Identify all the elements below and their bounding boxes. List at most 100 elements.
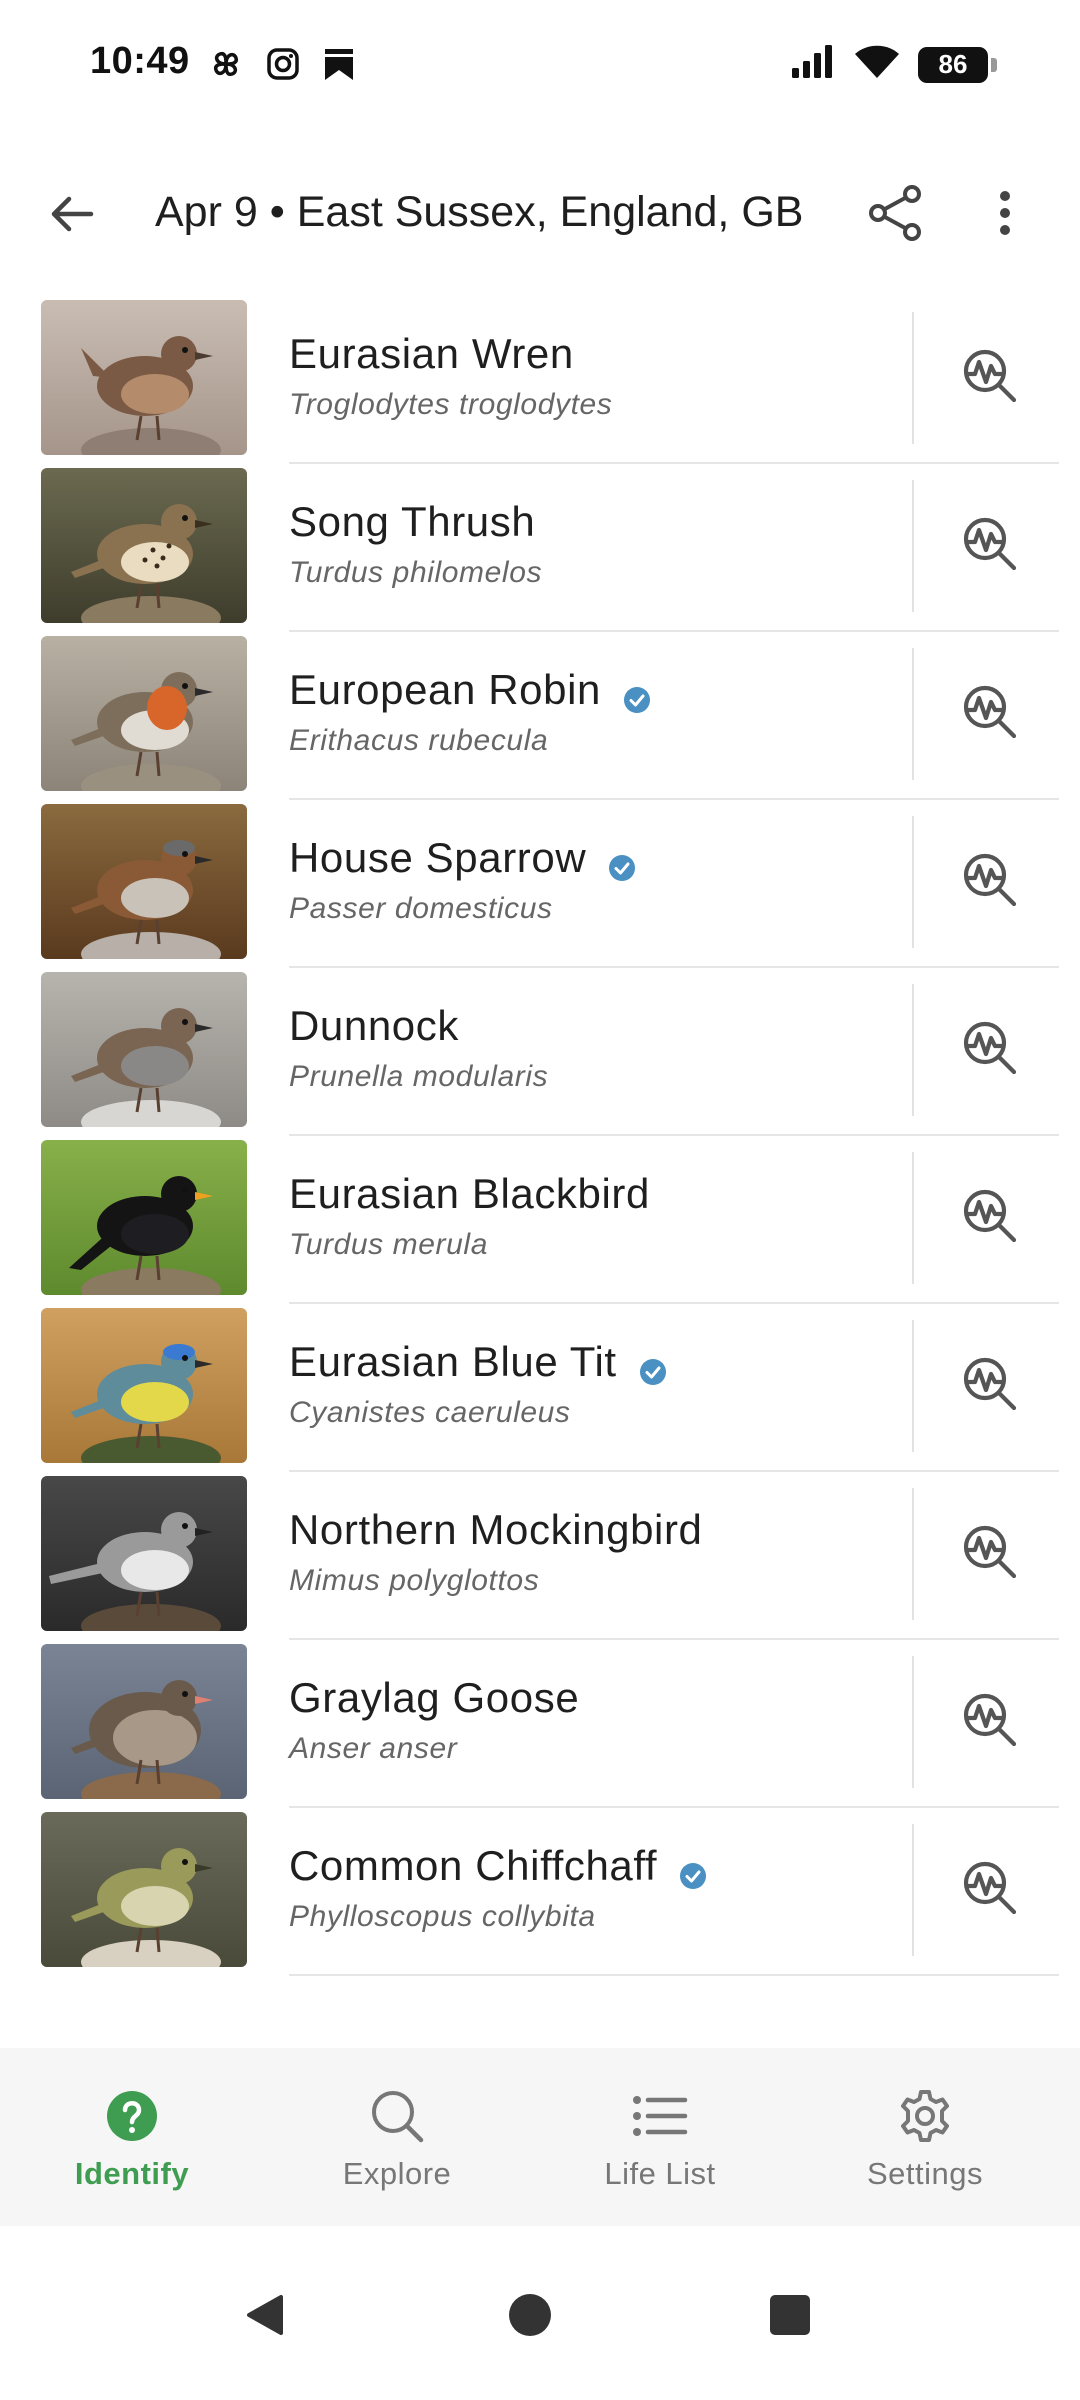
nav-label-explore: Explore xyxy=(342,2156,452,2191)
species-names: Common Chiffchaff Phylloscopus collybita xyxy=(289,1842,889,1934)
list-item-european-robin[interactable]: European Robin Erithacus rubecula xyxy=(0,636,1080,804)
row-divider xyxy=(289,1806,1059,1808)
species-names: Eurasian Blackbird Turdus merula xyxy=(289,1170,889,1262)
list-item-house-sparrow[interactable]: House Sparrow Passer domesticus xyxy=(0,804,1080,972)
nav-settings[interactable]: Settings xyxy=(815,2088,1035,2192)
search-waveform-icon xyxy=(960,1522,1020,1587)
back-triangle-icon xyxy=(241,2291,289,2344)
system-navigation-bar xyxy=(0,2226,1080,2400)
status-notification-icons xyxy=(208,46,356,87)
list-item-common-chiffchaff[interactable]: Common Chiffchaff Phylloscopus collybita xyxy=(0,1812,1080,1980)
verified-check-icon xyxy=(679,1852,707,1889)
bottom-navigation: Identify Explore Life List Settings xyxy=(0,2048,1080,2226)
verified-check-icon xyxy=(608,844,636,881)
status-bar: 10:49 86 xyxy=(0,0,1080,130)
battery-level: 86 xyxy=(938,49,968,79)
divider xyxy=(912,480,914,612)
signal-icon xyxy=(790,44,836,85)
search-waveform-icon xyxy=(960,682,1020,747)
row-divider xyxy=(289,798,1059,800)
common-name: Graylag Goose xyxy=(289,1674,580,1721)
list-item-eurasian-blackbird[interactable]: Eurasian Blackbird Turdus merula xyxy=(0,1140,1080,1308)
scientific-name: Erithacus rubecula xyxy=(289,724,549,757)
nav-life-list[interactable]: Life List xyxy=(550,2088,770,2192)
row-divider xyxy=(289,630,1059,632)
status-system-icons: 86 xyxy=(790,44,997,85)
divider xyxy=(912,312,914,444)
nav-explore[interactable]: Explore xyxy=(287,2088,507,2192)
bird-photo xyxy=(41,1476,247,1631)
system-back-button[interactable] xyxy=(225,2282,305,2352)
search-waveform-icon xyxy=(960,346,1020,411)
species-names: Eurasian Wren Troglodytes troglodytes xyxy=(289,330,889,422)
wifi-icon xyxy=(854,44,900,85)
compare-sound-button[interactable] xyxy=(950,674,1030,754)
common-name: House Sparrow xyxy=(289,834,587,881)
row-divider xyxy=(289,1134,1059,1136)
help-circle-icon xyxy=(105,2089,159,2148)
compare-sound-button[interactable] xyxy=(950,1850,1030,1930)
nav-identify[interactable]: Identify xyxy=(22,2088,242,2192)
list-item-northern-mockingbird[interactable]: Northern Mockingbird Mimus polyglottos xyxy=(0,1476,1080,1644)
list-item-dunnock[interactable]: Dunnock Prunella modularis xyxy=(0,972,1080,1140)
compare-sound-button[interactable] xyxy=(950,1346,1030,1426)
scientific-name: Turdus merula xyxy=(289,1228,488,1261)
search-waveform-icon xyxy=(960,1690,1020,1755)
back-button[interactable] xyxy=(40,184,104,248)
search-waveform-icon xyxy=(960,1354,1020,1419)
list-item-eurasian-blue-tit[interactable]: Eurasian Blue Tit Cyanistes caeruleus xyxy=(0,1308,1080,1476)
species-names: Dunnock Prunella modularis xyxy=(289,1002,889,1094)
row-divider xyxy=(289,966,1059,968)
bird-photo xyxy=(41,636,247,791)
row-divider xyxy=(289,1302,1059,1304)
more-options-button[interactable] xyxy=(970,180,1040,250)
row-divider xyxy=(289,1470,1059,1472)
more-vertical-icon xyxy=(995,188,1015,243)
list-item-song-thrush[interactable]: Song Thrush Turdus philomelos xyxy=(0,468,1080,636)
verified-check-icon xyxy=(623,676,651,713)
common-name: European Robin xyxy=(289,666,601,713)
divider xyxy=(912,1320,914,1452)
compare-sound-button[interactable] xyxy=(950,1514,1030,1594)
share-button[interactable] xyxy=(860,180,930,250)
list-item-eurasian-wren[interactable]: Eurasian Wren Troglodytes troglodytes xyxy=(0,300,1080,468)
compare-sound-button[interactable] xyxy=(950,1010,1030,1090)
scientific-name: Prunella modularis xyxy=(289,1060,549,1093)
list-item-graylag-goose[interactable]: Graylag Goose Anser anser xyxy=(0,1644,1080,1812)
system-recents-button[interactable] xyxy=(750,2282,830,2352)
scientific-name: Mimus polyglottos xyxy=(289,1564,540,1597)
compare-sound-button[interactable] xyxy=(950,338,1030,418)
row-divider xyxy=(289,462,1059,464)
compare-sound-button[interactable] xyxy=(950,1178,1030,1258)
search-waveform-icon xyxy=(960,1858,1020,1923)
bird-photo xyxy=(41,1812,247,1967)
common-name: Song Thrush xyxy=(289,498,536,545)
list-icon xyxy=(632,2094,688,2143)
divider xyxy=(912,1152,914,1284)
bird-photo xyxy=(41,468,247,623)
instagram-icon xyxy=(266,47,300,86)
compare-sound-button[interactable] xyxy=(950,1682,1030,1762)
nav-label-identify: Identify xyxy=(74,2156,190,2191)
compare-sound-button[interactable] xyxy=(950,842,1030,922)
divider xyxy=(912,1824,914,1956)
battery-icon: 86 xyxy=(918,46,997,83)
divider xyxy=(912,1488,914,1620)
system-home-button[interactable] xyxy=(490,2282,570,2352)
compare-sound-button[interactable] xyxy=(950,506,1030,586)
home-circle-icon xyxy=(506,2291,554,2344)
divider xyxy=(912,816,914,948)
search-icon xyxy=(369,2088,425,2149)
common-name: Common Chiffchaff xyxy=(289,1842,658,1889)
common-name: Eurasian Wren xyxy=(289,330,574,377)
search-waveform-icon xyxy=(960,1018,1020,1083)
species-names: Eurasian Blue Tit Cyanistes caeruleus xyxy=(289,1338,889,1430)
bird-photo xyxy=(41,804,247,959)
verified-check-icon xyxy=(639,1348,667,1385)
scientific-name: Turdus philomelos xyxy=(289,556,543,589)
bird-photo xyxy=(41,1308,247,1463)
nav-label-settings: Settings xyxy=(866,2156,983,2191)
search-waveform-icon xyxy=(960,850,1020,915)
search-waveform-icon xyxy=(960,1186,1020,1251)
common-name: Eurasian Blue Tit xyxy=(289,1338,617,1385)
